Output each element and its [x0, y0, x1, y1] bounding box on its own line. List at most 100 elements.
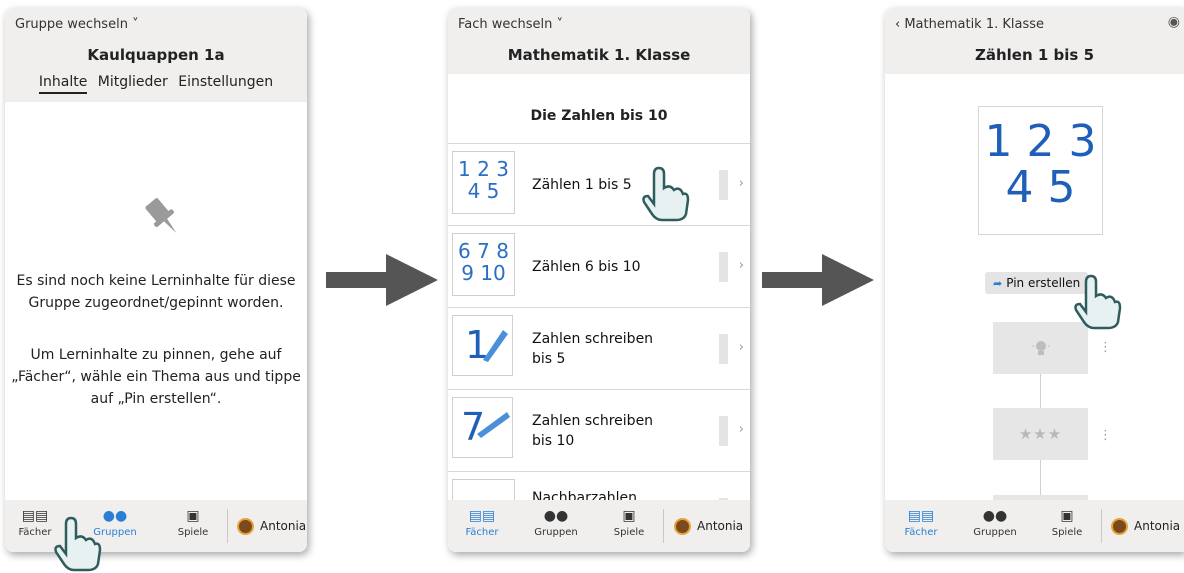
- nav-separator: [227, 509, 228, 543]
- thumb-digits-6-10: 6 7 8 9 10: [452, 233, 515, 296]
- big-digits-line-1: 1 2 3: [984, 116, 1097, 167]
- chevron-right-icon: ›: [738, 422, 744, 437]
- screen-subject: Fach wechseln ˅ Mathematik 1. Klasse Die…: [448, 8, 750, 552]
- lightbulb-icon: [1031, 341, 1050, 355]
- kebab-menu-icon[interactable]: ⋮: [1099, 428, 1112, 443]
- nav-gruppen-label: Gruppen: [534, 527, 578, 538]
- nav-gruppen[interactable]: ●● Gruppen: [965, 500, 1025, 552]
- nav-spiele-label: Spiele: [1051, 527, 1083, 538]
- nav-spiele[interactable]: ▣ Spiele: [1037, 500, 1097, 552]
- nav-user-name: Antonia: [260, 519, 307, 533]
- nav-user[interactable]: Antonia: [674, 500, 743, 552]
- bottom-nav: ▤▤ Fächer ●● Gruppen ▣ Spiele Antonia: [5, 500, 307, 552]
- chevron-right-icon: ›: [738, 258, 744, 273]
- empty-line-2: Gruppe zugeordnet/gepinnt worden.: [28, 295, 284, 311]
- nav-gruppen[interactable]: ●● Gruppen: [526, 500, 586, 552]
- section-title: Die Zahlen bis 10: [530, 108, 668, 124]
- avatar: [237, 517, 254, 535]
- gamepad-icon: ▣: [186, 508, 200, 524]
- avatar: [674, 517, 691, 535]
- nav-spiele-label: Spiele: [177, 527, 209, 538]
- subject-title: Mathematik 1. Klasse: [507, 46, 691, 64]
- screen-topic: ‹ Mathematik 1. Klasse ◉ Zählen 1 bis 5 …: [885, 8, 1184, 552]
- exercise-tile[interactable]: ★★★: [993, 408, 1088, 460]
- thumb-digits-1-5: 1 2 3 4 5: [452, 151, 515, 214]
- topic-header: ‹ Mathematik 1. Klasse ◉ Zählen 1 bis 5: [885, 8, 1184, 74]
- nav-spiele[interactable]: ▣ Spiele: [163, 500, 223, 552]
- bottom-nav: ▤▤ Fächer ●● Gruppen ▣ Spiele Antonia: [885, 500, 1184, 552]
- nav-user[interactable]: Antonia: [1111, 500, 1180, 552]
- hint-line-1: Um Lerninhalte zu pinnen, gehe auf: [30, 347, 282, 363]
- kebab-menu-icon[interactable]: ⋮: [1099, 340, 1112, 355]
- nav-spiele[interactable]: ▣ Spiele: [599, 500, 659, 552]
- switch-subject-link[interactable]: Fach wechseln ˅: [458, 17, 563, 32]
- list-item[interactable]: 6 7 8 9 10 Zählen 6 bis 10 ›: [448, 225, 750, 307]
- pencil-icon: [477, 412, 510, 438]
- group-tabs: Inhalte Mitglieder Einstellungen: [5, 74, 307, 94]
- eye-icon[interactable]: ◉: [1168, 14, 1180, 30]
- books-icon: ▤▤: [907, 508, 935, 524]
- tab-einstellungen[interactable]: Einstellungen: [178, 74, 273, 90]
- books-icon: ▤▤: [468, 508, 496, 524]
- pin-icon: [145, 198, 177, 234]
- thumb-write-7: 7: [452, 397, 513, 458]
- nav-user-name: Antonia: [697, 519, 744, 533]
- thumb-line-1: 6 7 8: [458, 239, 509, 263]
- bottom-nav: ▤▤ Fächer ●● Gruppen ▣ Spiele Antonia: [448, 500, 750, 552]
- hand-pointer-icon: [642, 166, 690, 222]
- nav-faecher[interactable]: ▤▤ Fächer: [452, 500, 512, 552]
- arrow-right-icon: [326, 254, 438, 306]
- nav-faecher-label: Fächer: [904, 527, 938, 538]
- tab-inhalte[interactable]: Inhalte: [38, 74, 88, 94]
- pin-button-label: Pin erstellen: [1006, 276, 1081, 290]
- thumb-line-2: 9 10: [461, 261, 506, 285]
- nav-faecher[interactable]: ▤▤ Fächer: [891, 500, 951, 552]
- item-label: Zahlen schreiben bis 10: [532, 412, 654, 449]
- hint-line-3: auf „Pin erstellen“.: [90, 391, 222, 407]
- gamepad-icon: ▣: [1060, 508, 1074, 524]
- hint-line-2: „Fächer“, wähle ein Thema aus und tippe: [11, 369, 301, 385]
- people-icon: ●●: [543, 508, 569, 524]
- nav-separator: [1101, 509, 1102, 543]
- gamepad-icon: ▣: [622, 508, 636, 524]
- stars-icon: ★★★: [1018, 425, 1063, 443]
- item-label: Zahlen schreiben bis 5: [532, 330, 654, 367]
- topic-title: Zählen 1 bis 5: [974, 46, 1095, 64]
- screen-group: Gruppe wechseln ˅ Kaulquappen 1a Inhalte…: [5, 8, 307, 552]
- item-label: Zählen 6 bis 10: [532, 258, 641, 275]
- thumb-line-2: 4 5: [467, 179, 500, 203]
- back-link[interactable]: ‹ Mathematik 1. Klasse: [895, 17, 1044, 32]
- nav-spiele-label: Spiele: [613, 527, 645, 538]
- list-item[interactable]: 7 Zahlen schreiben bis 10 ›: [448, 389, 750, 471]
- progress-indicator: [719, 334, 728, 364]
- list-item[interactable]: 1 2 3 4 5 Zählen 1 bis 5 ›: [448, 143, 750, 225]
- pencil-icon: [483, 330, 508, 362]
- list-item[interactable]: 1 Zahlen schreiben bis 5 ›: [448, 307, 750, 389]
- chevron-right-icon: ›: [738, 340, 744, 355]
- empty-message: Es sind noch keine Lerninhalte für diese…: [5, 270, 307, 314]
- nav-separator: [663, 509, 664, 543]
- hand-pointer-icon: [54, 516, 102, 572]
- arrow-right-icon: [762, 254, 874, 306]
- subject-header: Fach wechseln ˅ Mathematik 1. Klasse: [448, 8, 750, 74]
- tab-mitglieder[interactable]: Mitglieder: [98, 74, 168, 90]
- progress-indicator: [719, 252, 728, 282]
- group-header: Gruppe wechseln ˅ Kaulquappen 1a Inhalte…: [5, 8, 307, 102]
- avatar: [1111, 517, 1128, 535]
- empty-line-1: Es sind noch keine Lerninhalte für diese: [16, 273, 296, 289]
- nav-gruppen-label: Gruppen: [973, 527, 1017, 538]
- big-digits-line-2: 4 5: [1005, 162, 1076, 213]
- switch-group-link[interactable]: Gruppe wechseln ˅: [15, 17, 139, 32]
- nav-faecher-label: Fächer: [465, 527, 499, 538]
- hand-pointer-icon: [1074, 274, 1122, 330]
- thumb-write-1: 1: [452, 315, 513, 376]
- nav-user-name: Antonia: [1134, 519, 1181, 533]
- progress-indicator: [719, 416, 728, 446]
- pin-small-icon: ➦: [993, 277, 1003, 290]
- people-icon: ●●: [982, 508, 1008, 524]
- nav-faecher-label: Fächer: [18, 527, 52, 538]
- hint-message: Um Lerninhalte zu pinnen, gehe auf „Fäch…: [5, 344, 307, 410]
- thumb-line-1: 1 2 3: [458, 157, 509, 181]
- nav-user[interactable]: Antonia: [237, 500, 306, 552]
- progress-indicator: [719, 170, 728, 200]
